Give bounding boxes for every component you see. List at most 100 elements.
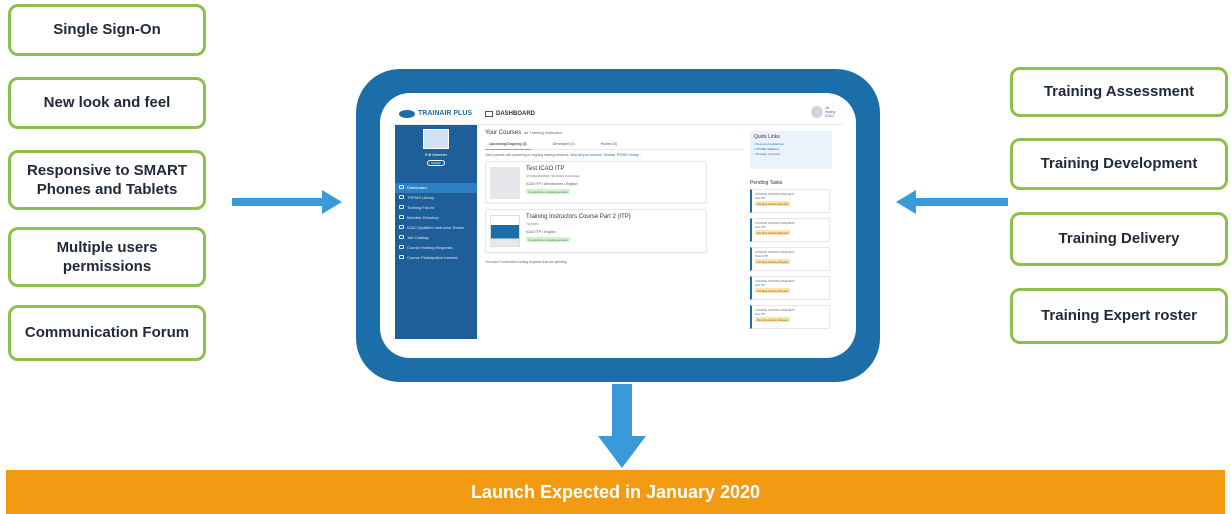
monitor-icon (485, 110, 493, 117)
logo-text: TRAINAIR PLUS (418, 110, 473, 117)
courses-intro: View courses with upcoming or ongoing tr… (485, 153, 641, 157)
page-title-text: DASHBOARD (496, 110, 535, 117)
feature-single-sign-on: Single Sign-On (8, 4, 206, 56)
feature-expert-roster: Training Expert roster (1010, 288, 1228, 344)
star-icon (399, 255, 404, 259)
arrow-right-icon (232, 190, 342, 214)
user-menu[interactable]: Jie Huang ICAO (811, 106, 839, 119)
device-frame: TRAINAIR PLUS DASHBOARD Jie Huang ICAO F… (356, 69, 880, 382)
task-name: Test ICTP (755, 254, 769, 258)
sidebar: Full Member Details Dashboard TPEMS Libr… (395, 125, 477, 339)
tab-hosted[interactable]: Hosted (0) (597, 142, 621, 150)
sidebar-item-training-forum[interactable]: Training Forum (395, 203, 477, 213)
course-tabs: Upcoming/Ongoing (2) Developed (0) Hoste… (485, 142, 743, 150)
page-title: DASHBOARD (485, 110, 535, 117)
calendar-icon (399, 245, 404, 249)
courses-heading: Your Courses as Training Institution (485, 130, 562, 136)
pending-task[interactable]: COURSE HOSTING REQUEST test ITP Pending … (750, 218, 830, 242)
folder-icon (399, 195, 404, 199)
feature-training-delivery: Training Delivery (1010, 212, 1228, 266)
task-name: test ITP (755, 196, 766, 200)
course-card[interactable]: Test ICAO ITP STANDARDIZED TRAINING PACK… (485, 161, 707, 203)
feature-responsive: Responsive to SMART Phones and Tablets (8, 150, 206, 210)
quick-link-label: Tools and Guidelines (755, 142, 784, 146)
main-content: Your Courses as Training Institution Upco… (477, 125, 747, 339)
feature-training-assessment: Training Assessment (1010, 67, 1228, 117)
feature-permissions: Multiple users permissions (8, 227, 206, 287)
sidebar-item-member-directory[interactable]: Member Directory (395, 213, 477, 223)
tab-developed[interactable]: Developed (0) (549, 142, 579, 150)
session-badge: 1 upcoming / ongoing session (526, 237, 570, 242)
sidebar-item-label: Training Forum (407, 204, 434, 210)
sidebar-item-label: Dashboard (407, 184, 427, 190)
person-icon (399, 225, 404, 229)
sidebar-item-dashboard[interactable]: Dashboard (395, 183, 477, 193)
course-thumbnail (490, 167, 520, 199)
quick-link-label: Develop a Course (755, 151, 780, 156)
pending-task[interactable]: COURSE HOSTING REQUEST test ITP Pending … (750, 276, 830, 300)
course-meta: ICAO ITP • English (526, 230, 556, 234)
courses-heading-text: Your Courses (485, 130, 522, 136)
task-status-badge: Pending hosting Request (755, 230, 791, 235)
arrow-left-icon (896, 190, 1008, 214)
course-meta: ICAO ITP • Aerodromes • English (526, 182, 578, 186)
logo[interactable]: TRAINAIR PLUS (399, 109, 477, 118)
browse-library-link[interactable]: Browse TPEMS Library (604, 153, 638, 157)
feature-forum: Communication Forum (8, 305, 206, 361)
sidebar-item-job-catalog[interactable]: Job Catalog (395, 233, 477, 243)
sidebar-item-label: Member Directory (407, 214, 439, 220)
course-subtitle: TICOSP2 (526, 222, 539, 226)
feature-training-development: Training Development (1010, 138, 1228, 190)
sidebar-item-instructor-roster[interactable]: ICAO Qualified Instructor Roster (395, 223, 477, 233)
pending-task[interactable]: COURSE HOSTING REQUEST test ITP Pending … (750, 189, 830, 213)
sidebar-item-participation-interest[interactable]: Course Participation Interest (395, 253, 477, 263)
course-card[interactable]: Training Instructors Course Part 2 (ITP)… (485, 209, 707, 253)
hosting-note: You have 0 submitted hosting requests th… (485, 260, 568, 264)
icao-wings-icon (399, 109, 415, 118)
pending-task[interactable]: COURSE HOSTING REQUEST Test ICTP Pending… (750, 247, 830, 271)
arrow-down-icon (598, 384, 646, 468)
monitor-icon (399, 185, 404, 189)
sidebar-item-tpems-library[interactable]: TPEMS Library (395, 193, 477, 203)
task-name: test ITP (755, 225, 766, 229)
dashboard-app: TRAINAIR PLUS DASHBOARD Jie Huang ICAO F… (395, 103, 843, 339)
task-name: test ITP (755, 283, 766, 287)
sidebar-nav: Dashboard TPEMS Library Training Forum M… (395, 183, 477, 263)
sidebar-item-hosting-requests[interactable]: Course Hosting Requests (395, 243, 477, 253)
quick-links-title: Quick Links (754, 134, 780, 140)
forum-icon (399, 205, 404, 209)
member-badge (423, 129, 449, 149)
quick-link[interactable]: • Develop a Course (754, 152, 828, 157)
task-status-badge: Pending hosting Request (755, 317, 791, 322)
device-screen: TRAINAIR PLUS DASHBOARD Jie Huang ICAO F… (380, 93, 856, 358)
pending-task[interactable]: COURSE HOSTING REQUEST test ITP Pending … (750, 305, 830, 329)
user-name: Jie Huang ICAO (825, 106, 836, 119)
sidebar-item-label: Job Catalog (407, 234, 429, 240)
quick-link-label: STORE Statistics (755, 146, 780, 151)
course-title: Test ICAO ITP (526, 166, 565, 172)
member-label: Full Member (424, 152, 448, 157)
briefcase-icon (399, 235, 404, 239)
globe-icon (399, 215, 404, 219)
details-button[interactable]: Details (427, 160, 445, 166)
sidebar-item-label: TPEMS Library (407, 194, 435, 200)
course-thumbnail (490, 215, 520, 247)
sidebar-item-label: Course Participation Interest (407, 254, 458, 260)
tab-upcoming[interactable]: Upcoming/Ongoing (2) (485, 142, 531, 150)
launch-banner: Launch Expected in January 2020 (6, 470, 1225, 514)
avatar (811, 106, 823, 119)
course-subtitle: STANDARDIZED TRAINING PACKAGE (526, 174, 580, 178)
quick-links: Quick Links • Tools and Guidelines • STO… (750, 131, 832, 169)
pending-tasks-title: Pending Tasks (750, 180, 783, 186)
intro-text: View courses with upcoming or ongoing tr… (485, 153, 570, 157)
view-all-courses-link[interactable]: View all your courses (570, 153, 601, 157)
sidebar-item-label: Course Hosting Requests (407, 244, 453, 250)
task-status-badge: Pending hosting Request (755, 288, 791, 293)
session-badge: 1 upcoming / ongoing session (526, 189, 570, 194)
sidebar-item-label: ICAO Qualified Instructor Roster (407, 224, 465, 230)
task-status-badge: Pending hosting Request (755, 201, 791, 206)
feature-new-look: New look and feel (8, 77, 206, 129)
task-status-badge: Pending hosting Request (755, 259, 791, 264)
task-name: test ITP (755, 312, 766, 316)
course-title: Training Instructors Course Part 2 (ITP) (526, 214, 631, 220)
